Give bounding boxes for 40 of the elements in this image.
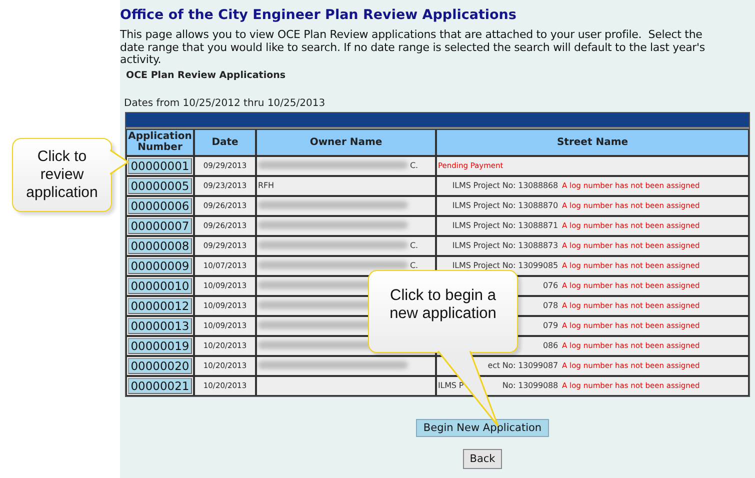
owner-name: RFH (258, 180, 274, 190)
callout-text: Click to review application (25, 148, 99, 202)
begin-button[interactable]: Begin New Application (416, 418, 549, 436)
section-label: OCE Plan Review Applications (126, 70, 286, 82)
project-number: 086 (543, 340, 558, 350)
application-number-button[interactable]: 00000020 (128, 358, 192, 374)
page-title: Office of the City Engineer Plan Review Applications (120, 7, 516, 24)
project-number: ILMS Project No: 13099085 (452, 260, 558, 270)
application-number-button[interactable]: 00000007 (128, 218, 192, 234)
project-number: ILMS Project No: 13088868 (452, 180, 558, 190)
column-header: Street Name (436, 128, 749, 156)
date-range: Dates from 10/25/2012 thru 10/25/2013 (124, 98, 326, 110)
application-number-button[interactable]: 00000013 (128, 318, 192, 334)
project-number: ILMS P (438, 380, 464, 390)
owner-name: C. (410, 260, 418, 270)
project-number: ILMS Project No: 13088870 (452, 200, 558, 210)
project-number: 078 (543, 300, 558, 310)
application-number-button[interactable]: 00000008 (128, 238, 192, 254)
column-header: Owner Name (256, 128, 436, 156)
application-number-button[interactable]: 00000010 (128, 278, 192, 294)
callout-text: Click to begin a new application (388, 287, 498, 323)
column-header: Date (194, 128, 256, 156)
application-number-button[interactable]: 00000001 (128, 158, 192, 174)
application-number-button[interactable]: 00000021 (128, 378, 192, 394)
project-number: No: 13099088 (502, 380, 558, 390)
project-number: 079 (543, 320, 558, 330)
application-number-button[interactable]: 00000009 (128, 258, 192, 274)
project-number: 076 (543, 280, 558, 290)
application-number-button[interactable]: 00000006 (128, 198, 192, 214)
column-header: Application Number (126, 128, 194, 156)
intro-text: This page allows you to view OCE Plan Review applications that are attached to your user profile. Select the date range that you would like to search. If no date range is selected the search will default to the last year's activity. (120, 29, 706, 66)
project-number: ect No: 13099087 (488, 360, 558, 370)
project-number: ILMS Project No: 13088871 (452, 220, 558, 230)
application-number-button[interactable]: 00000005 (128, 178, 192, 194)
project-number: ILMS Project No: 13088873 (452, 240, 558, 250)
owner-name: C. (410, 160, 418, 170)
back-button[interactable]: Back (462, 448, 502, 468)
application-number-button[interactable]: 00000019 (128, 338, 192, 354)
owner-name: C. (410, 240, 418, 250)
application-number-button[interactable]: 00000012 (128, 298, 192, 314)
